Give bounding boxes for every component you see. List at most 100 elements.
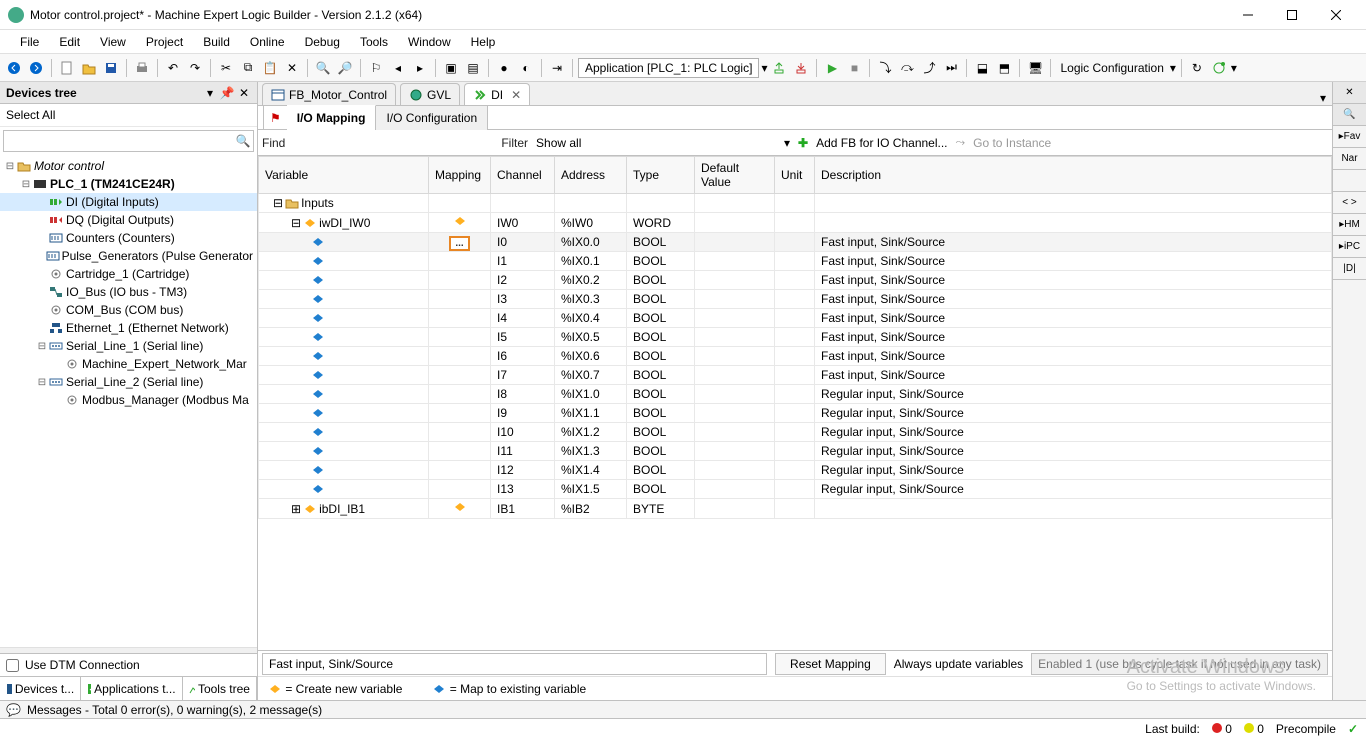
menu-file[interactable]: File: [10, 31, 49, 53]
goto-instance-button[interactable]: Go to Instance: [973, 136, 1051, 150]
login-app-icon[interactable]: [769, 58, 789, 78]
tree-item[interactable]: ⊟Serial_Line_2 (Serial line): [0, 373, 257, 391]
doc-tab-GVL[interactable]: GVL: [400, 83, 460, 105]
device-tree[interactable]: ⊟Motor control⊟PLC_1 (TM241CE24R)DI (Dig…: [0, 155, 257, 647]
undo-icon[interactable]: ↶: [163, 58, 183, 78]
filter-dropdown-icon[interactable]: ▾: [784, 136, 790, 150]
print-icon[interactable]: [132, 58, 152, 78]
refresh-icon[interactable]: ↻: [1187, 58, 1207, 78]
tree-item[interactable]: Machine_Expert_Network_Mar: [0, 355, 257, 373]
maximize-button[interactable]: [1270, 1, 1314, 29]
build-icon[interactable]: ▣: [441, 58, 461, 78]
left-tab[interactable]: Applications t...: [81, 677, 182, 700]
tree-item[interactable]: Cartridge_1 (Cartridge): [0, 265, 257, 283]
update-mode-dropdown[interactable]: Enabled 1 (use bus cycle task if not use…: [1031, 653, 1328, 675]
device-search-input[interactable]: [4, 131, 233, 151]
tree-item[interactable]: IO_Bus (IO bus - TM3): [0, 283, 257, 301]
active-app-selector[interactable]: Application [PLC_1: PLC Logic]: [578, 58, 759, 78]
mapping-browse-button[interactable]: ...: [449, 236, 469, 251]
right-dock-item[interactable]: [1333, 170, 1366, 192]
add-fb-button[interactable]: Add FB for IO Channel...: [816, 136, 947, 150]
row-expander-icon[interactable]: ⊟: [273, 196, 283, 210]
new-file-icon[interactable]: [57, 58, 77, 78]
nav-back-button[interactable]: [4, 58, 24, 78]
search-icon[interactable]: 🔍: [233, 131, 253, 151]
column-header[interactable]: Variable: [259, 157, 429, 194]
find-replace-icon[interactable]: 🔎: [335, 58, 355, 78]
sub-tab[interactable]: I/O Mapping: [287, 105, 377, 130]
stop-icon[interactable]: ■: [844, 58, 864, 78]
tree-item[interactable]: Counters (Counters): [0, 229, 257, 247]
tree-item[interactable]: DI (Digital Inputs): [0, 193, 257, 211]
left-tab[interactable]: Tools tree: [183, 677, 257, 700]
tree-expander-icon[interactable]: ⊟: [20, 179, 32, 190]
tree-item[interactable]: ⊟PLC_1 (TM241CE24R): [0, 175, 257, 193]
find-icon[interactable]: 🔍: [313, 58, 333, 78]
panel-pin-icon[interactable]: 📌: [220, 86, 234, 100]
io-row[interactable]: I9%IX1.1BOOLRegular input, Sink/Source: [259, 404, 1332, 423]
step-over-icon[interactable]: ⤼: [897, 58, 917, 78]
step-run-icon[interactable]: ⏭: [941, 58, 961, 78]
step-out-icon[interactable]: ⤴: [919, 58, 939, 78]
right-dock-item[interactable]: |D|: [1333, 258, 1366, 280]
io-row[interactable]: I3%IX0.3BOOLFast input, Sink/Source: [259, 290, 1332, 309]
io-row[interactable]: I12%IX1.4BOOLRegular input, Sink/Source: [259, 461, 1332, 480]
io-row[interactable]: I6%IX0.6BOOLFast input, Sink/Source: [259, 347, 1332, 366]
column-header[interactable]: Address: [555, 157, 627, 194]
redo-icon[interactable]: ↷: [185, 58, 205, 78]
bookmark-prev-icon[interactable]: ◂: [388, 58, 408, 78]
doc-tab-FB_Motor_Control[interactable]: FB_Motor_Control: [262, 83, 396, 105]
menu-view[interactable]: View: [90, 31, 136, 53]
select-all-dropdown[interactable]: Select All: [0, 104, 257, 127]
right-dock-item[interactable]: ▸HM: [1333, 214, 1366, 236]
io-row[interactable]: ⊟ Inputs: [259, 194, 1332, 213]
io-row[interactable]: ⊟ iwDI_IW0IW0%IW0WORD: [259, 213, 1332, 233]
tree-item[interactable]: Pulse_Generators (Pulse Generator: [0, 247, 257, 265]
bp-icon[interactable]: ●: [494, 58, 514, 78]
io-row[interactable]: I5%IX0.5BOOLFast input, Sink/Source: [259, 328, 1332, 347]
io-row[interactable]: I2%IX0.2BOOLFast input, Sink/Source: [259, 271, 1332, 290]
run-icon[interactable]: ▶: [822, 58, 842, 78]
save-icon[interactable]: [101, 58, 121, 78]
row-expander-icon[interactable]: ⊞: [291, 502, 301, 516]
sync-icon[interactable]: [1209, 58, 1229, 78]
io-row[interactable]: ⊞ ibDI_IB1IB1%IB2BYTE: [259, 499, 1332, 519]
io-row[interactable]: I11%IX1.3BOOLRegular input, Sink/Source: [259, 442, 1332, 461]
row-expander-icon[interactable]: ⊟: [291, 216, 301, 230]
sync-dropdown-icon[interactable]: ▾: [1231, 61, 1237, 75]
app-dropdown-icon[interactable]: ▾: [761, 61, 767, 75]
use-dtm-checkbox[interactable]: [6, 659, 19, 672]
tree-item[interactable]: ⊟Motor control: [0, 157, 257, 175]
doc-tabs-dropdown-icon[interactable]: ▾: [1314, 91, 1332, 105]
tree-expander-icon[interactable]: ⊟: [36, 377, 48, 388]
io-row[interactable]: I1%IX0.1BOOLFast input, Sink/Source: [259, 252, 1332, 271]
right-dock-item[interactable]: ▸iPC: [1333, 236, 1366, 258]
panel-dropdown-icon[interactable]: ▾: [203, 86, 217, 100]
copy-icon[interactable]: ⧉: [238, 58, 258, 78]
io-row[interactable]: I4%IX0.4BOOLFast input, Sink/Source: [259, 309, 1332, 328]
sub-tab[interactable]: I/O Configuration: [376, 106, 488, 130]
bookmark-icon[interactable]: ⚐: [366, 58, 386, 78]
right-dock-item[interactable]: < >: [1333, 192, 1366, 214]
menu-edit[interactable]: Edit: [49, 31, 90, 53]
force-icon[interactable]: ⬓: [972, 58, 992, 78]
right-dock-item[interactable]: ▸Fav: [1333, 126, 1366, 148]
column-header[interactable]: Description: [815, 157, 1332, 194]
column-header[interactable]: Unit: [775, 157, 815, 194]
minimize-button[interactable]: [1226, 1, 1270, 29]
step-into-icon[interactable]: ⤵: [875, 58, 895, 78]
column-header[interactable]: Default Value: [695, 157, 775, 194]
tree-expander-icon[interactable]: ⊟: [36, 341, 48, 352]
bookmark-next-icon[interactable]: ▸: [410, 58, 430, 78]
tree-expander-icon[interactable]: ⊟: [4, 161, 16, 172]
menu-debug[interactable]: Debug: [295, 31, 350, 53]
menu-help[interactable]: Help: [461, 31, 506, 53]
logout-app-icon[interactable]: [791, 58, 811, 78]
io-row[interactable]: I8%IX1.0BOOLRegular input, Sink/Source: [259, 385, 1332, 404]
logic-config-dropdown-icon[interactable]: ▾: [1170, 61, 1176, 75]
rebuild-icon[interactable]: ▤: [463, 58, 483, 78]
delete-icon[interactable]: ✕: [282, 58, 302, 78]
add-fb-icon[interactable]: ✚: [798, 136, 808, 150]
right-docking-strip[interactable]: ✕🔍▸FavNar< >▸HM▸iPC|D|: [1332, 82, 1366, 700]
column-header[interactable]: Type: [627, 157, 695, 194]
